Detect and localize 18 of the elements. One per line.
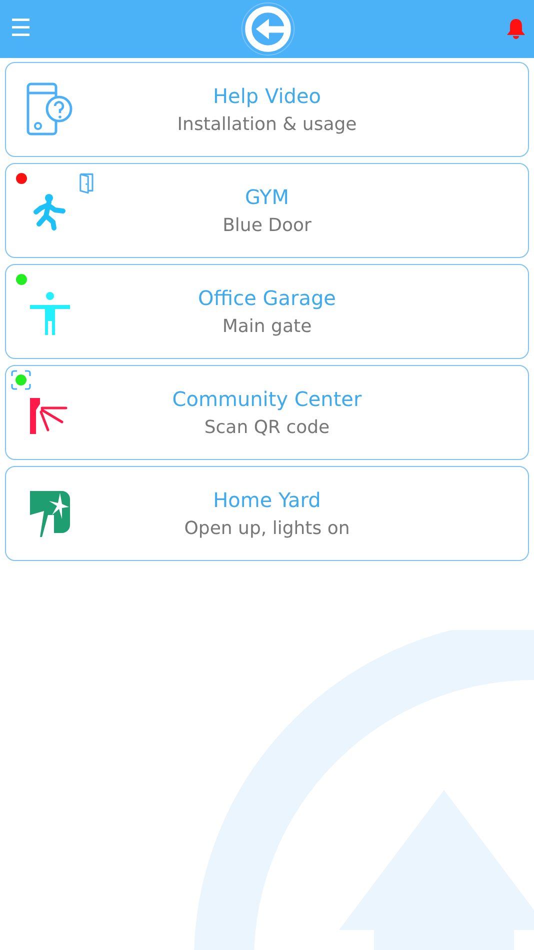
bell-icon[interactable] (504, 17, 528, 41)
card-subtitle: Installation & usage (177, 114, 357, 135)
action-card[interactable]: Home Yard Open up, lights on (5, 466, 529, 561)
card-title: Office Garage (198, 286, 336, 310)
action-card[interactable]: Community Center Scan QR code (5, 365, 529, 460)
menu-button[interactable]: ☰ (10, 17, 32, 41)
action-card[interactable]: Office Garage Main gate (5, 264, 529, 359)
door-icon (78, 172, 96, 194)
action-card[interactable]: Help Video Installation & usage (5, 62, 529, 157)
card-title: Home Yard (213, 488, 321, 512)
card-title: Community Center (172, 387, 362, 411)
card-subtitle: Scan QR code (204, 417, 330, 438)
card-subtitle: Open up, lights on (184, 518, 350, 539)
card-subtitle: Main gate (222, 316, 312, 337)
card-subtitle: Blue Door (222, 215, 312, 236)
card-title: GYM (245, 185, 289, 209)
card-title: Help Video (213, 84, 321, 108)
action-card[interactable]: GYM Blue Door (5, 163, 529, 258)
